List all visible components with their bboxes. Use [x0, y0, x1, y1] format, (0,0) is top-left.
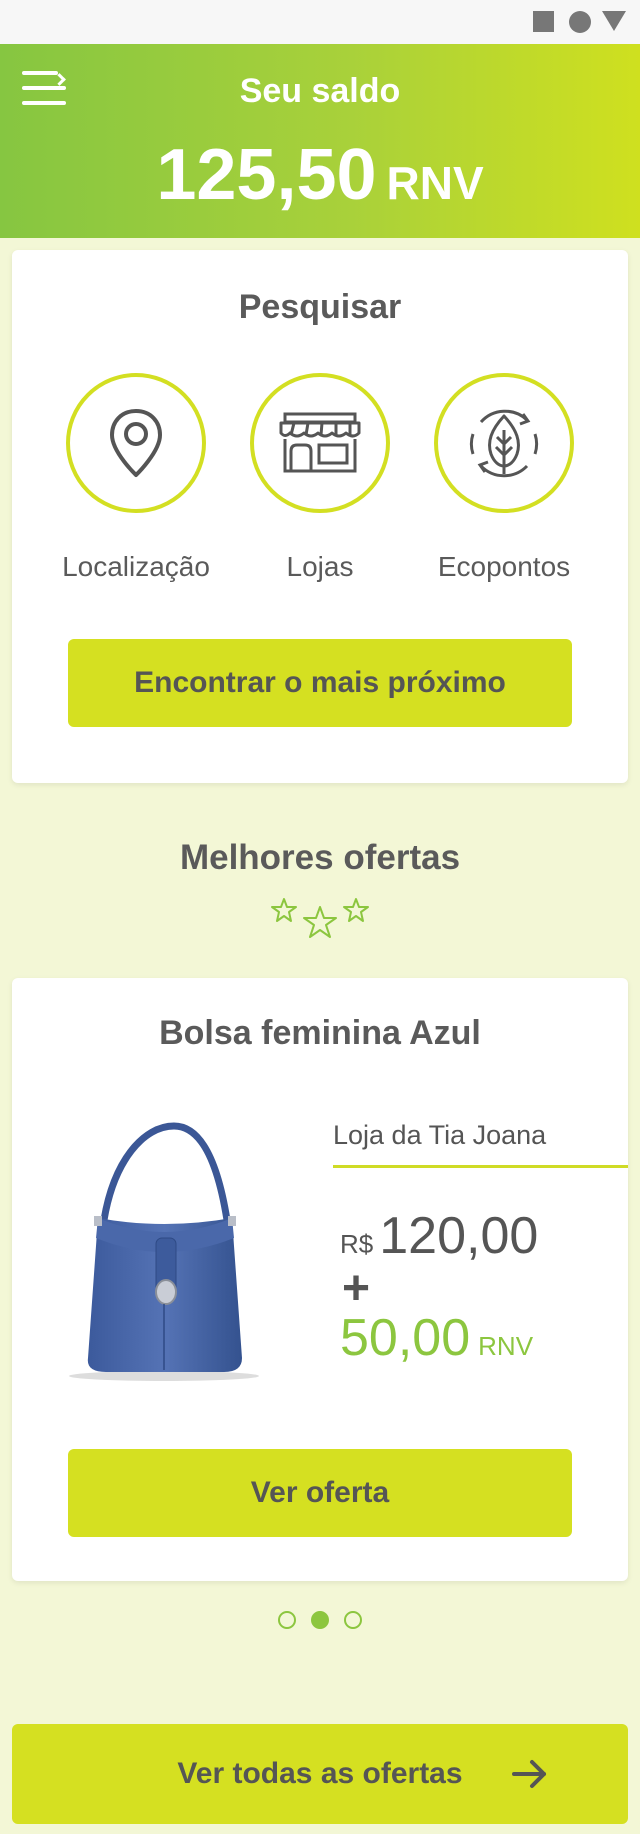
category-circle [66, 373, 206, 513]
category-label: Localização [62, 551, 210, 582]
price-currency: R$ [340, 1229, 374, 1259]
carousel-dot[interactable] [344, 1611, 362, 1629]
rnv-unit: RNV [478, 1331, 534, 1361]
eco-leaf-icon [469, 409, 539, 478]
balance-amount: 125,50 RNV [0, 134, 640, 216]
status-bar [0, 0, 640, 44]
category-ecopoints[interactable]: Ecopontos [414, 373, 594, 583]
best-offers-title: Melhores ofertas [179, 838, 461, 877]
home-icon [569, 11, 591, 33]
store-icon [279, 412, 361, 473]
product-name: Bolsa feminina Azul [159, 1014, 481, 1052]
search-card: Pesquisar Localização Lojas Ecopontos En… [12, 250, 628, 783]
view-offer-button[interactable]: Ver oferta [68, 1449, 572, 1537]
arrow-right-icon [512, 1760, 546, 1788]
offer-card: Bolsa feminina Azul Loja da Tia Joana R$… [12, 978, 628, 1581]
category-stores[interactable]: Lojas [230, 373, 410, 583]
balance-unit: RNV [386, 157, 484, 209]
category-circle [434, 373, 574, 513]
category-location[interactable]: Localização [46, 373, 226, 583]
price-value: 120,00 [379, 1207, 539, 1265]
map-pin-icon [110, 409, 162, 477]
view-all-offers-button[interactable]: Ver todas as ofertas [12, 1724, 628, 1824]
balance-label: Seu saldo [239, 72, 401, 110]
balance-header: Seu saldo 125,50 RNV [0, 44, 640, 238]
back-icon [602, 11, 626, 31]
carousel-dot[interactable] [278, 1611, 296, 1629]
divider [333, 1165, 628, 1168]
search-title: Pesquisar [238, 288, 402, 326]
rnv-price: 50,00 RNV [340, 1308, 533, 1368]
category-label: Lojas [286, 551, 354, 582]
category-label: Ecopontos [437, 551, 571, 582]
handbag-image [69, 1122, 259, 1381]
recent-apps-icon [533, 11, 554, 32]
find-nearest-button[interactable]: Encontrar o mais próximo [68, 639, 572, 727]
price: R$ 120,00 [340, 1206, 538, 1266]
rnv-value: 50,00 [340, 1309, 471, 1367]
carousel-indicator [278, 1611, 362, 1631]
store-name: Loja da Tia Joana [333, 1120, 547, 1150]
stars-icon [271, 898, 369, 938]
balance-value: 125,50 [156, 135, 377, 215]
view-all-offers-label: Ver todas as ofertas [177, 1757, 463, 1790]
carousel-dot-active[interactable] [311, 1611, 329, 1629]
category-circle [250, 373, 390, 513]
